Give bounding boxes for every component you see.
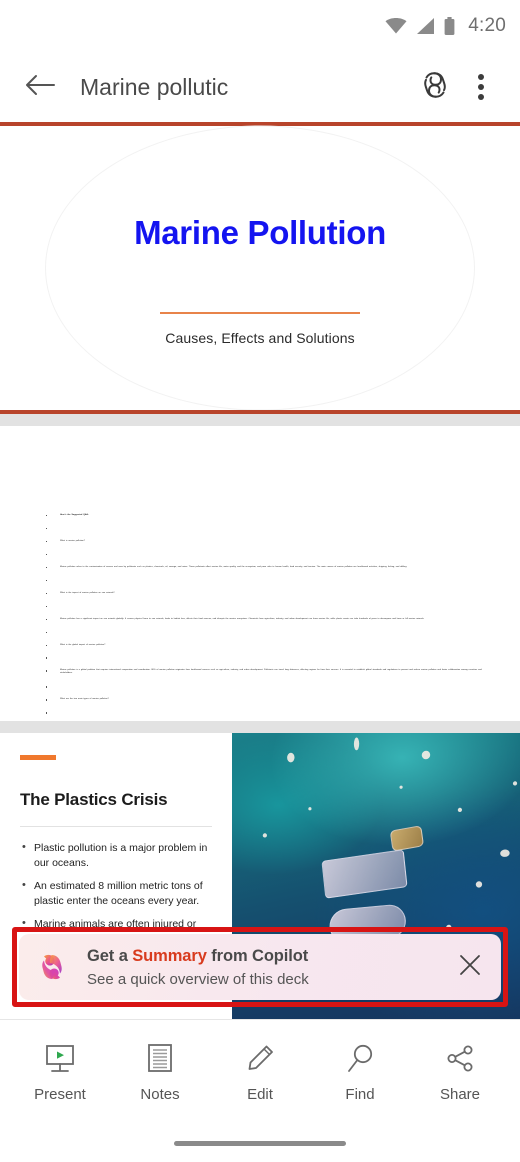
qa-line: [38, 553, 490, 556]
banner-body[interactable]: Get a Summary from Copilot See a quick o…: [19, 934, 501, 1000]
bottle-cap: [389, 825, 424, 853]
slide-1-title[interactable]: Marine Pollution Causes, Effects and Sol…: [0, 122, 520, 414]
banner-title-suffix: from Copilot: [206, 946, 309, 965]
toolbar-item-share[interactable]: Share: [418, 1042, 502, 1103]
status-time: 4:20: [468, 15, 506, 36]
toolbar-label: Edit: [247, 1086, 273, 1103]
pencil-edit-icon: [244, 1042, 276, 1076]
copilot-button[interactable]: [412, 64, 458, 110]
slide-3-bullet: An estimated 8 million metric tons of pl…: [20, 878, 212, 908]
slide-3-title: The Plastics Crisis: [20, 790, 168, 809]
qa-line: [38, 711, 490, 714]
title-underline: [20, 826, 212, 827]
accent-bar: [20, 755, 56, 760]
plastic-bottle-upper: [321, 848, 409, 899]
status-bar: 4:20: [0, 0, 520, 52]
banner-subtitle: See a quick overview of this deck: [87, 970, 309, 988]
toolbar-label: Share: [439, 1086, 481, 1103]
close-icon: [458, 953, 482, 982]
copilot-logo-icon: [35, 950, 69, 984]
banner-close-button[interactable]: [449, 946, 491, 988]
banner-text-block: Get a Summary from Copilot See a quick o…: [87, 947, 449, 988]
toolbar-item-notes[interactable]: Notes: [118, 1042, 202, 1103]
notes-document-icon: [145, 1042, 175, 1076]
magnifier-find-icon: [344, 1042, 376, 1076]
qa-line: Marine pollution is a global problem tha…: [38, 669, 490, 675]
slide-2-qa-text[interactable]: Here's the Suggested Q&A: What is marine …: [0, 426, 520, 721]
slide-title: Marine Pollution: [134, 214, 386, 251]
qa-line: Here's the Suggested Q&A:: [38, 514, 490, 517]
qa-line: Marine pollution has a significant impac…: [38, 618, 490, 621]
powerpoint-mobile-app: 4:20 Marine pollutic Marine Pollution Ca…: [0, 0, 520, 1162]
qa-line: What are the two main types of marine po…: [38, 698, 490, 701]
slide-subtitle: Causes, Effects and Solutions: [165, 330, 355, 346]
copilot-summary-banner[interactable]: Get a Summary from Copilot See a quick o…: [12, 927, 508, 1007]
document-title[interactable]: Marine pollutic: [80, 74, 412, 101]
share-nodes-icon: [444, 1042, 476, 1076]
home-gesture-bar[interactable]: [174, 1141, 346, 1146]
overflow-menu-button[interactable]: [458, 64, 504, 110]
qa-line-list: Here's the Suggested Q&A: What is marine …: [38, 514, 490, 721]
banner-title: Get a Summary from Copilot: [87, 947, 449, 966]
slide-3-bullet: Plastic pollution is a major problem in …: [20, 840, 212, 870]
decorative-ellipse: [45, 125, 475, 411]
qa-line: [38, 631, 490, 634]
qa-line: [38, 685, 490, 688]
copilot-icon: [418, 70, 452, 105]
more-vertical-icon: [478, 70, 484, 104]
banner-title-prefix: Get a: [87, 946, 133, 965]
toolbar-item-present[interactable]: Present: [18, 1042, 102, 1103]
wifi-icon: [385, 18, 407, 34]
qa-line: [38, 579, 490, 582]
qa-line: What is the global impact of marine poll…: [38, 644, 490, 647]
qa-line: What is marine pollution?: [38, 540, 490, 543]
qa-line: [38, 527, 490, 530]
slide-scroll-area[interactable]: Marine Pollution Causes, Effects and Sol…: [0, 122, 520, 1019]
toolbar-label: Find: [345, 1086, 375, 1103]
title-divider: [160, 312, 360, 314]
back-arrow-icon: [25, 73, 55, 102]
qa-line: [38, 656, 490, 659]
toolbar-label: Notes: [140, 1086, 180, 1103]
app-bar: Marine pollutic: [0, 52, 520, 122]
qa-line: What is the impact of marine pollution o…: [38, 592, 490, 595]
cellular-signal-icon: [416, 18, 435, 34]
present-screen-icon: [43, 1042, 77, 1076]
slide-separator: [0, 721, 520, 733]
banner-title-highlight: Summary: [132, 946, 207, 965]
toolbar-label: Present: [34, 1086, 86, 1103]
back-button[interactable]: [18, 65, 62, 109]
qa-line: Marine pollution refers to the contamina…: [38, 566, 490, 569]
qa-line: [38, 605, 490, 608]
slide-top-rule: [0, 122, 520, 126]
toolbar-item-find[interactable]: Find: [318, 1042, 402, 1103]
slide-bottom-rule: [0, 410, 520, 414]
slide-separator: [0, 414, 520, 426]
toolbar-item-edit[interactable]: Edit: [218, 1042, 302, 1103]
battery-icon: [444, 17, 455, 35]
